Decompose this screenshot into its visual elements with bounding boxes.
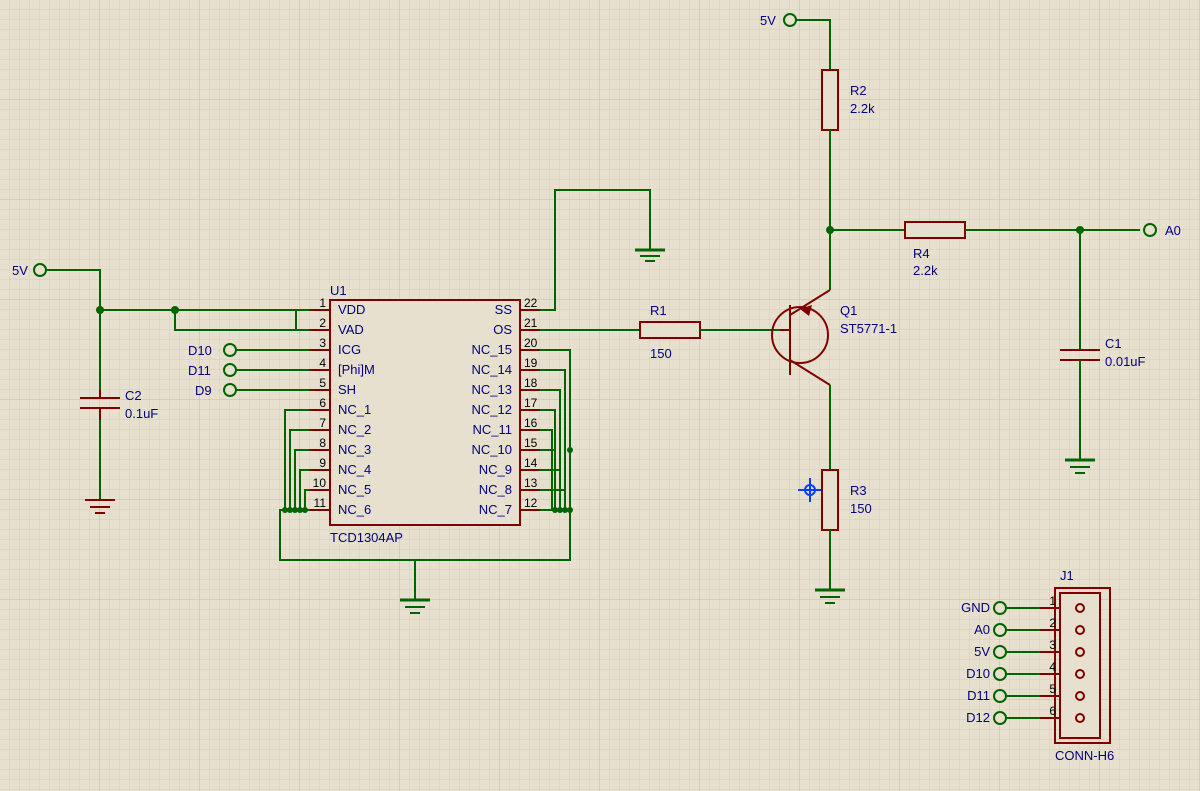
svg-text:NC_13: NC_13	[472, 382, 512, 397]
svg-text:D10: D10	[966, 666, 990, 681]
svg-text:2.2k: 2.2k	[913, 263, 938, 278]
svg-text:21: 21	[524, 316, 538, 330]
svg-text:D11: D11	[188, 363, 211, 378]
svg-text:2.2k: 2.2k	[850, 101, 875, 116]
svg-text:ICG: ICG	[338, 342, 361, 357]
svg-text:12: 12	[524, 496, 538, 510]
svg-text:NC_1: NC_1	[338, 402, 371, 417]
svg-text:NC_14: NC_14	[472, 362, 512, 377]
svg-text:1: 1	[1049, 594, 1056, 608]
svg-text:VDD: VDD	[338, 302, 365, 317]
svg-text:CONN-H6: CONN-H6	[1055, 748, 1114, 763]
schematic-canvas: U1 TCD1304AP 1 VDD 2 VAD 3 ICG 4 [Phi]M 5 SH 6 NC_1…	[0, 0, 1200, 791]
svg-text:20: 20	[524, 336, 538, 350]
svg-text:D9: D9	[195, 383, 212, 398]
svg-text:1: 1	[319, 296, 326, 310]
svg-text:SS: SS	[495, 302, 513, 317]
svg-text:10: 10	[313, 476, 327, 490]
svg-text:5: 5	[1049, 682, 1056, 696]
svg-text:NC_9: NC_9	[479, 462, 512, 477]
svg-text:R1: R1	[650, 303, 667, 318]
svg-text:NC_15: NC_15	[472, 342, 512, 357]
svg-text:NC_10: NC_10	[472, 442, 512, 457]
svg-text:D10: D10	[188, 343, 212, 358]
svg-text:NC_5: NC_5	[338, 482, 371, 497]
svg-text:NC_2: NC_2	[338, 422, 371, 437]
svg-text:D12: D12	[966, 710, 990, 725]
svg-text:18: 18	[524, 376, 538, 390]
svg-text:4: 4	[1049, 660, 1056, 674]
svg-text:16: 16	[524, 416, 538, 430]
svg-text:NC_7: NC_7	[479, 502, 512, 517]
svg-text:OS: OS	[493, 322, 512, 337]
svg-text:13: 13	[524, 476, 538, 490]
svg-text:A0: A0	[974, 622, 990, 637]
svg-text:3: 3	[319, 336, 326, 350]
svg-text:3: 3	[1049, 638, 1056, 652]
svg-text:R4: R4	[913, 246, 930, 261]
svg-text:ST5771-1: ST5771-1	[840, 321, 897, 336]
svg-text:17: 17	[524, 396, 538, 410]
svg-text:2: 2	[319, 316, 326, 330]
svg-text:5V: 5V	[12, 263, 28, 278]
svg-text:11: 11	[314, 496, 327, 510]
u1-part: TCD1304AP	[330, 530, 403, 545]
svg-text:14: 14	[524, 456, 538, 470]
svg-text:0.1uF: 0.1uF	[125, 406, 158, 421]
grid	[0, 0, 1200, 791]
svg-text:C2: C2	[125, 388, 142, 403]
svg-text:9: 9	[319, 456, 326, 470]
svg-text:J1: J1	[1060, 568, 1074, 583]
svg-text:5: 5	[319, 376, 326, 390]
svg-text:150: 150	[650, 346, 672, 361]
svg-text:6: 6	[319, 396, 326, 410]
svg-text:SH: SH	[338, 382, 356, 397]
svg-text:8: 8	[319, 436, 326, 450]
svg-text:[Phi]M: [Phi]M	[338, 362, 375, 377]
svg-text:NC_12: NC_12	[472, 402, 512, 417]
svg-text:5V: 5V	[760, 13, 776, 28]
svg-text:19: 19	[524, 356, 538, 370]
svg-text:R2: R2	[850, 83, 867, 98]
svg-text:R3: R3	[850, 483, 867, 498]
svg-text:NC_11: NC_11	[472, 422, 512, 437]
svg-text:NC_3: NC_3	[338, 442, 371, 457]
svg-text:GND: GND	[961, 600, 990, 615]
svg-text:A0: A0	[1165, 223, 1181, 238]
svg-text:NC_6: NC_6	[338, 502, 371, 517]
svg-text:5V: 5V	[974, 644, 990, 659]
component-U1[interactable]: U1 TCD1304AP 1 VDD 2 VAD 3 ICG 4 [Phi]M 5 SH 6 NC_1…	[310, 283, 540, 545]
svg-text:C1: C1	[1105, 336, 1122, 351]
svg-text:2: 2	[1049, 616, 1056, 630]
svg-text:7: 7	[319, 416, 326, 430]
svg-text:NC_8: NC_8	[479, 482, 512, 497]
svg-text:0.01uF: 0.01uF	[1105, 354, 1146, 369]
svg-text:4: 4	[319, 356, 326, 370]
svg-text:22: 22	[524, 296, 538, 310]
u1-ref: U1	[330, 283, 347, 298]
svg-text:Q1: Q1	[840, 303, 857, 318]
svg-text:NC_4: NC_4	[338, 462, 371, 477]
svg-text:15: 15	[524, 436, 538, 450]
svg-text:D11: D11	[967, 688, 990, 703]
svg-text:150: 150	[850, 501, 872, 516]
svg-text:VAD: VAD	[338, 322, 364, 337]
svg-text:6: 6	[1049, 704, 1056, 718]
